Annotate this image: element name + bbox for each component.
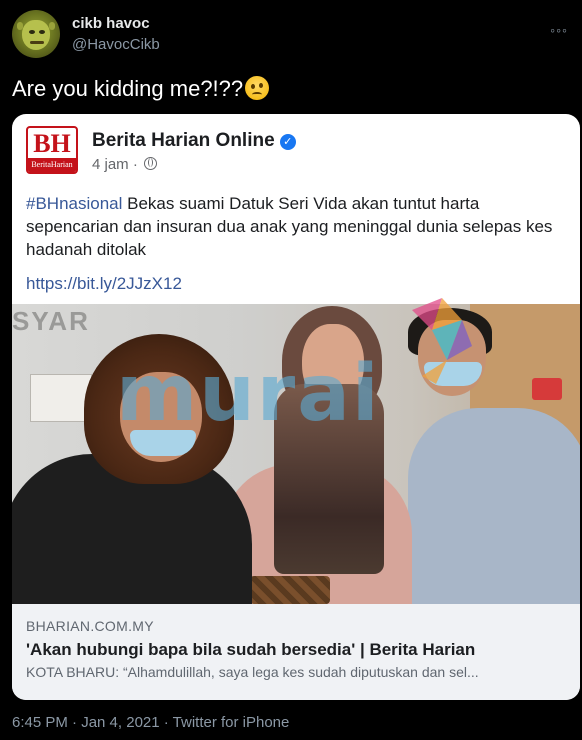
tweet-header: cikb havoc @HavocCikb ◦◦◦ (12, 10, 570, 62)
tweet: cikb havoc @HavocCikb ◦◦◦ Are you kiddin… (0, 0, 582, 740)
link-title[interactable]: 'Akan hubungi bapa bila sudah bersedia' … (26, 640, 475, 660)
murai-bird-logo-icon (412, 298, 472, 384)
tweet-text: Are you kidding me?!?? (12, 76, 270, 102)
person-right-body (408, 408, 580, 604)
link-description: KOTA BHARU: “Alhamdulillah, saya lega ke… (26, 664, 479, 680)
berita-harian-logo[interactable]: BH BeritaHarian (26, 126, 78, 174)
link-preview[interactable]: BHARIAN.COM.MY 'Akan hubungi bapa bila s… (12, 604, 580, 700)
handle[interactable]: @HavocCikb (72, 35, 160, 55)
tweet-text-content: Are you kidding me?!?? (12, 76, 244, 101)
post-time[interactable]: 4 jam · (92, 156, 158, 173)
murai-watermark: murai (116, 349, 381, 439)
page-name[interactable]: Berita Harian Online ✓ (92, 130, 296, 152)
link-domain: BHARIAN.COM.MY (26, 618, 154, 634)
more-options-icon[interactable]: ◦◦◦ (550, 22, 568, 38)
hashtag-link[interactable]: #BHnasional (26, 194, 122, 213)
embedded-facebook-post[interactable]: BH BeritaHarian Berita Harian Online ✓ 4 … (12, 114, 580, 700)
display-name[interactable]: cikb havoc (72, 14, 160, 34)
verified-badge-icon: ✓ (279, 134, 296, 150)
notice-board (30, 374, 92, 422)
author-names: cikb havoc @HavocCikb (72, 14, 160, 55)
avatar[interactable] (12, 10, 60, 58)
woozy-face-icon (245, 76, 270, 100)
post-body: #BHnasional Bekas suami Datuk Seri Vida … (26, 192, 556, 261)
person-center-bag (250, 576, 330, 604)
wall-sign-text: SYAR (12, 306, 90, 336)
globe-icon (144, 157, 158, 170)
post-short-link[interactable]: https://bit.ly/2JJzX12 (26, 274, 182, 294)
door-sign (532, 378, 562, 400)
tweet-timestamp[interactable]: 6:45 PM · Jan 4, 2021 · Twitter for iPho… (12, 714, 289, 731)
post-header: BH BeritaHarian Berita Harian Online ✓ 4 … (26, 124, 566, 176)
